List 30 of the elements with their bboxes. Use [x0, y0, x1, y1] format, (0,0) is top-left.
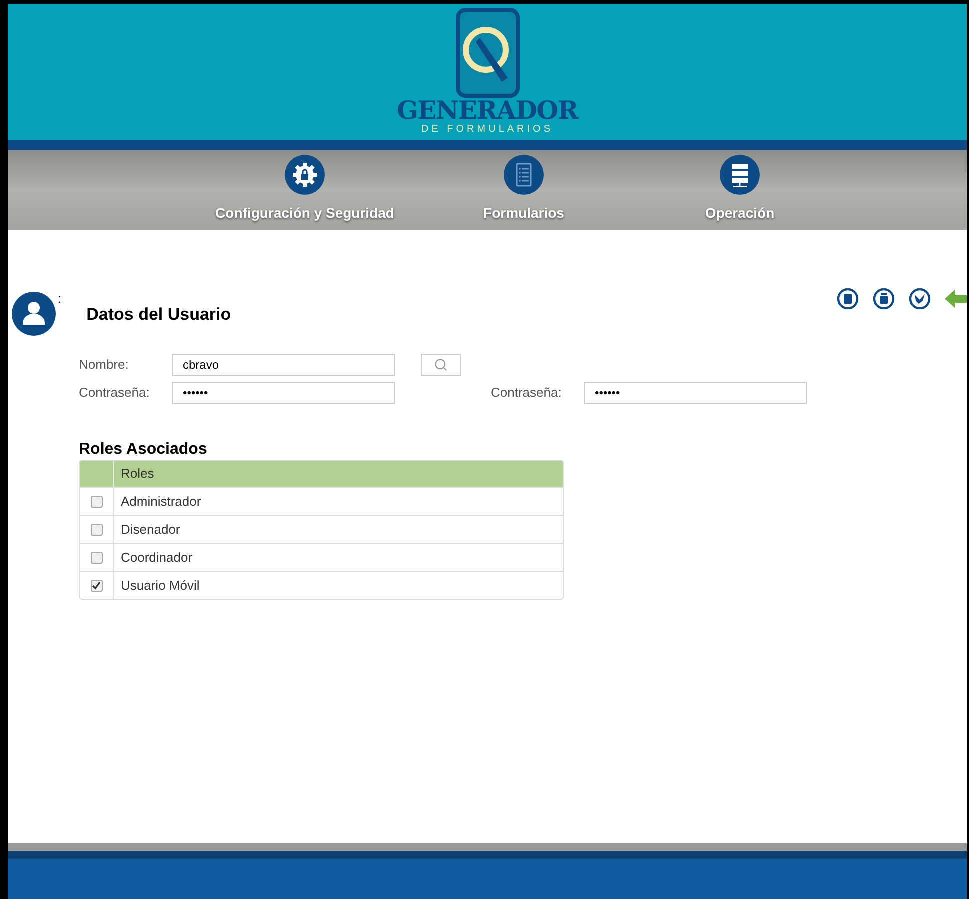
logo-icon — [456, 8, 520, 98]
role-name: Usuario Móvil — [120, 576, 201, 595]
section-title: Datos del Usuario — [86, 304, 232, 326]
column-header: Roles — [120, 465, 156, 484]
role-checkbox[interactable] — [90, 496, 102, 508]
role-name: Administrador — [120, 492, 202, 511]
logo-title: GENERADOR — [396, 98, 578, 124]
name-label: Nombre: — [79, 356, 130, 374]
role-name: Disenador — [120, 520, 182, 539]
roles-title: Roles Asociados — [79, 440, 208, 460]
left-arrow-icon[interactable] — [945, 289, 967, 309]
role-checkbox[interactable] — [90, 580, 102, 592]
logo-subtitle: DE FORMULARIOS — [421, 124, 554, 136]
save-icon[interactable] — [837, 288, 859, 310]
gear-icon — [285, 155, 325, 195]
separator-text: : — [58, 292, 62, 306]
role-name: Coordinador — [120, 548, 194, 567]
password-field[interactable]: •••••• — [172, 382, 395, 404]
search-button[interactable] — [421, 354, 461, 376]
user-avatar-icon — [12, 292, 56, 336]
name-field[interactable]: cbravo — [172, 354, 395, 376]
role-checkbox[interactable] — [90, 524, 102, 536]
document-icon — [504, 155, 544, 195]
search-icon — [434, 358, 448, 372]
confirm-password-label: Contraseña: — [491, 384, 563, 402]
role-checkbox[interactable] — [90, 552, 102, 564]
trash-icon[interactable] — [873, 288, 895, 310]
password-label: Contraseña: — [79, 384, 151, 402]
confirm-password-field[interactable]: •••••• — [584, 382, 807, 404]
server-icon — [720, 155, 760, 195]
